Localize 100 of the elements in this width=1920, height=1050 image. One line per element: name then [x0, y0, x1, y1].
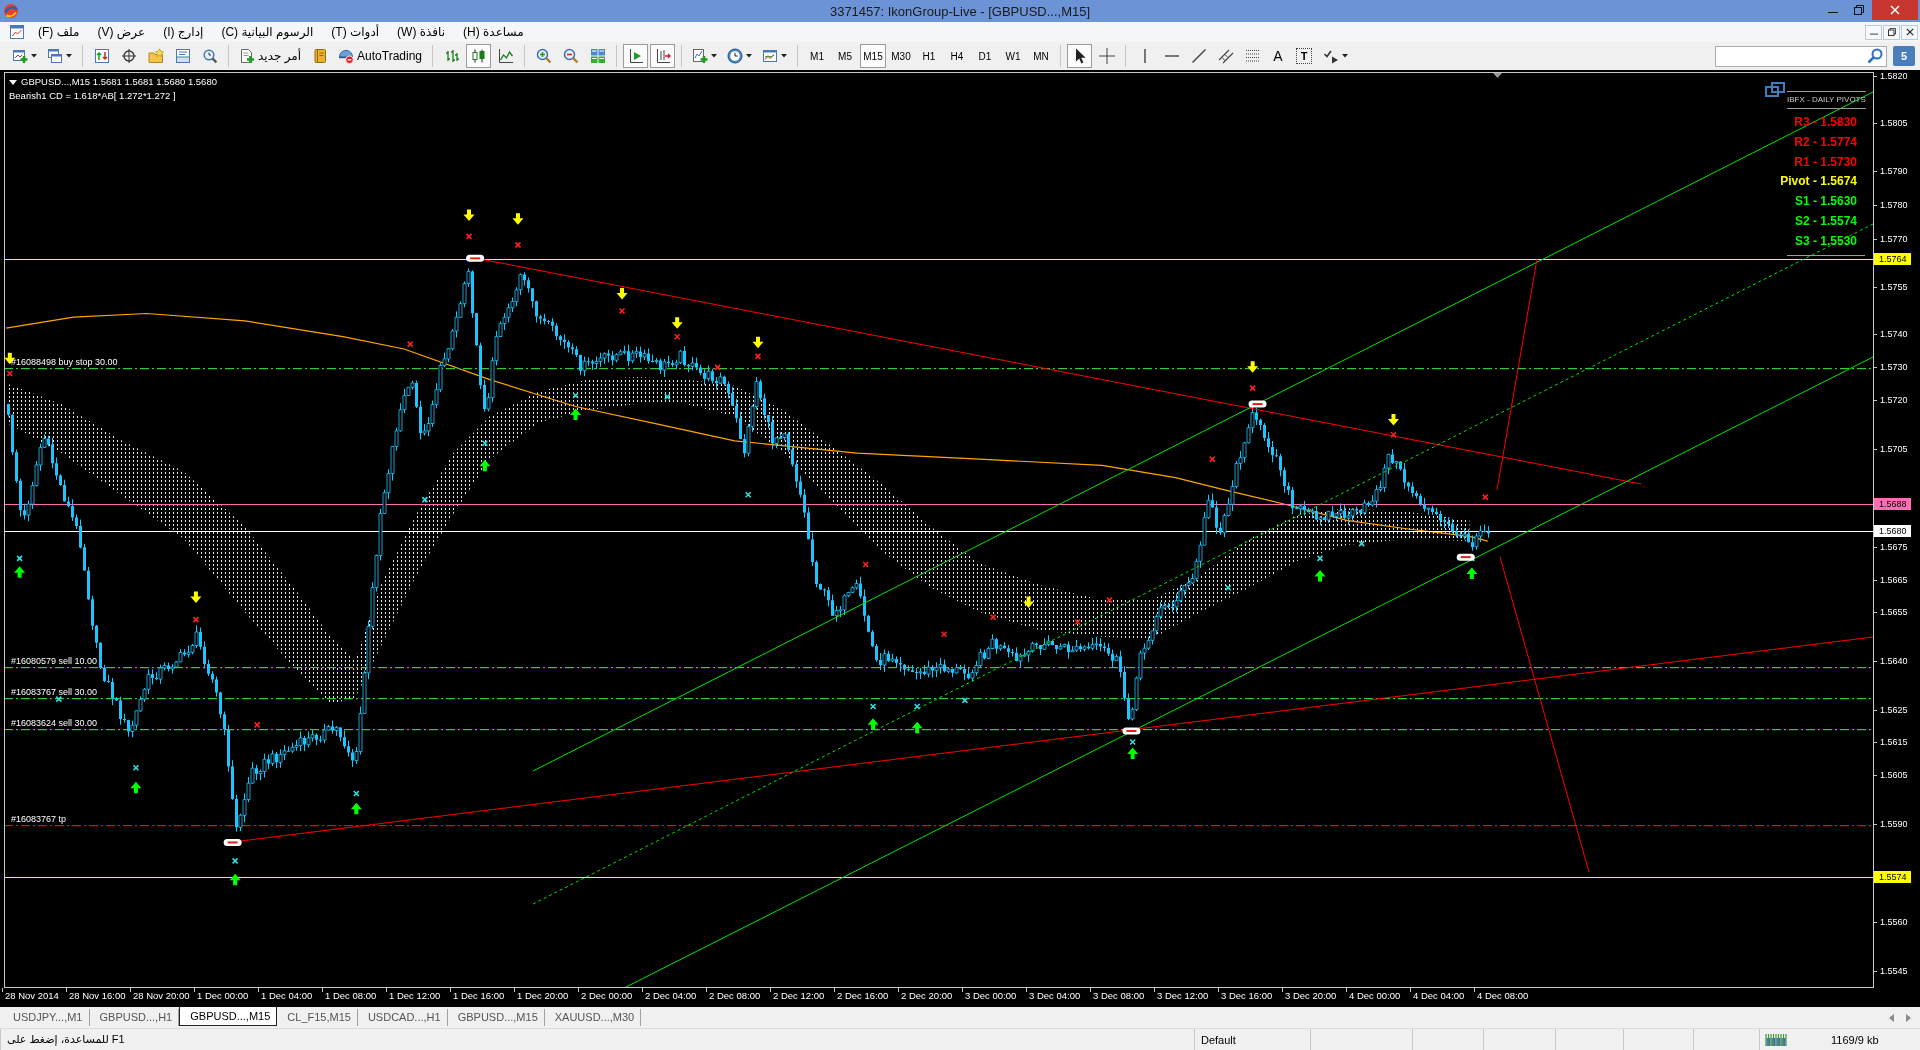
cross-mark-icon [572, 392, 579, 399]
chart-tab[interactable]: GBPUSD...,M15 [179, 1007, 278, 1026]
cross-mark-icon [989, 613, 997, 621]
period-button[interactable]: M30 [888, 44, 914, 68]
bar-chart-icon [443, 48, 460, 64]
restore-button[interactable] [1883, 24, 1900, 40]
down-arrow-icon [1023, 596, 1035, 608]
price-axis-label: 1.5730 [1880, 361, 1908, 373]
pivot-level-label: R3 - 1.5830 [1794, 114, 1857, 131]
auto-scroll-button[interactable] [623, 44, 648, 68]
pill-marker-icon [1122, 727, 1141, 735]
price-tag: 1.5574 [1874, 871, 1911, 883]
pivot-level-label: Pivot - 1.5674 [1780, 173, 1857, 191]
cross-mark-icon [6, 370, 14, 377]
time-axis-label: 1 Dec 16:00 [453, 989, 505, 1003]
price-axis-label: 1.5770 [1880, 233, 1908, 245]
target-icon [120, 48, 137, 64]
period-button[interactable]: M5 [832, 44, 858, 68]
text-tool-button[interactable]: A [1267, 44, 1289, 68]
time-axis-label: 2 Dec 04:00 [645, 989, 697, 1003]
chart-window-icon[interactable] [9, 24, 25, 40]
caret-icon [31, 54, 37, 58]
chart-tab[interactable]: USDCAD...,H1 [357, 1009, 448, 1026]
caret-icon [1342, 54, 1348, 58]
period-button[interactable]: H1 [916, 44, 942, 68]
chart-tab[interactable]: CL_F15,M15 [277, 1009, 358, 1026]
period-button[interactable]: H4 [944, 44, 970, 68]
scroll-left-icon[interactable] [1888, 1013, 1895, 1022]
folder-star-icon [147, 48, 164, 64]
up-arrow-icon [130, 781, 142, 794]
vertical-line-icon [1143, 49, 1146, 63]
period-button[interactable]: M1 [804, 44, 830, 68]
cross-mark-icon [132, 764, 140, 772]
chart-shift-button[interactable] [650, 44, 675, 68]
order-label: #16083624 sell 30.00 [11, 718, 98, 728]
menu-item[interactable]: أدوات (T) [322, 22, 389, 42]
search-field[interactable] [1715, 45, 1887, 67]
up-arrow-icon [1127, 747, 1139, 760]
up-arrow-icon [14, 566, 26, 578]
triangle-icon[interactable] [9, 79, 17, 85]
price-axis-label: 1.5605 [1880, 769, 1908, 781]
chart-tab[interactable]: GBPUSD...,M15 [447, 1009, 545, 1026]
price-axis-label: 1.5790 [1880, 165, 1908, 177]
time-axis-label: 1 Dec 04:00 [261, 989, 313, 1003]
parallel-lines-icon [1217, 48, 1234, 64]
menu-item[interactable]: الرسوم البيانية (C) [212, 22, 323, 42]
menu-item[interactable]: إدارج (I) [154, 22, 213, 42]
search-icon [1867, 48, 1883, 64]
pivot-level-label: R1 - 1.5730 [1794, 153, 1857, 171]
menu-item[interactable]: مساعدة (H) [454, 22, 533, 42]
time-axis-label: 2 Dec 16:00 [837, 989, 889, 1003]
price-axis-label: 1.5625 [1880, 704, 1908, 716]
price-axis-label: 1.5705 [1880, 443, 1908, 455]
messages-button[interactable]: 5 [1893, 46, 1915, 66]
close-button[interactable] [1901, 24, 1918, 40]
dotted-lines-icon [1244, 48, 1261, 64]
period-button[interactable]: MN [1028, 44, 1054, 68]
time-axis-label: 2 Dec 20:00 [901, 989, 953, 1003]
time-axis-label: 3 Dec 20:00 [1285, 989, 1337, 1003]
period-button[interactable]: D1 [972, 44, 998, 68]
autotrading-button[interactable]: AutoTrading [334, 44, 426, 68]
caret-icon [66, 54, 72, 58]
time-axis-label: 1 Dec 20:00 [517, 989, 569, 1003]
indicator-info: Bearish1 CD = 1.618*AB[ 1.272*1.272 ] [9, 89, 176, 103]
cross-mark-icon [1482, 493, 1489, 501]
cross-mark-icon [353, 790, 360, 797]
chart-tab[interactable]: USDJPY...,M1 [3, 1009, 90, 1026]
magnifier-icon [201, 48, 218, 64]
new-order-button[interactable]: أمر جديد [235, 44, 306, 68]
cross-mark-icon [406, 340, 414, 348]
price-axis-label: 1.5560 [1880, 916, 1908, 928]
book-icon [311, 48, 328, 64]
menu-item[interactable]: عرض (V) [88, 22, 155, 42]
time-axis-label: 28 Nov 20:00 [133, 989, 190, 1003]
time-axis-label: 4 Dec 08:00 [1477, 989, 1529, 1003]
menu-item[interactable]: نافذة (W) [388, 22, 455, 42]
scroll-right-icon[interactable] [1905, 1013, 1912, 1022]
close-icon [1890, 5, 1900, 15]
period-button[interactable]: M15 [860, 44, 886, 68]
time-axis-label: 28 Nov 16:00 [69, 989, 126, 1003]
clock-icon [727, 48, 743, 64]
menu-item[interactable]: ملف (F) [29, 22, 89, 42]
price-axis-label: 1.5545 [1880, 965, 1908, 977]
up-arrow-icon [570, 408, 581, 420]
cursor-button[interactable] [1067, 44, 1092, 68]
cross-mark-icon [664, 393, 671, 401]
price-axis-label: 1.5640 [1880, 655, 1908, 667]
restore-icon [1887, 28, 1896, 36]
price-axis-label: 1.5820 [1880, 70, 1908, 82]
text-label-button[interactable]: T [1296, 48, 1312, 64]
candlestick-button[interactable] [466, 44, 491, 68]
order-label: #16083767 sell 30.00 [11, 687, 98, 697]
app-logo-icon[interactable] [3, 3, 19, 19]
down-arrow-icon [1247, 361, 1259, 373]
restore-icon [1854, 5, 1864, 15]
price-axis-label: 1.5615 [1880, 736, 1908, 748]
chart-tab[interactable]: XAUUSD...,M30 [544, 1009, 642, 1026]
price-axis-label: 1.5755 [1880, 280, 1908, 293]
period-button[interactable]: W1 [1000, 44, 1026, 68]
pill-marker-icon [1456, 553, 1475, 561]
